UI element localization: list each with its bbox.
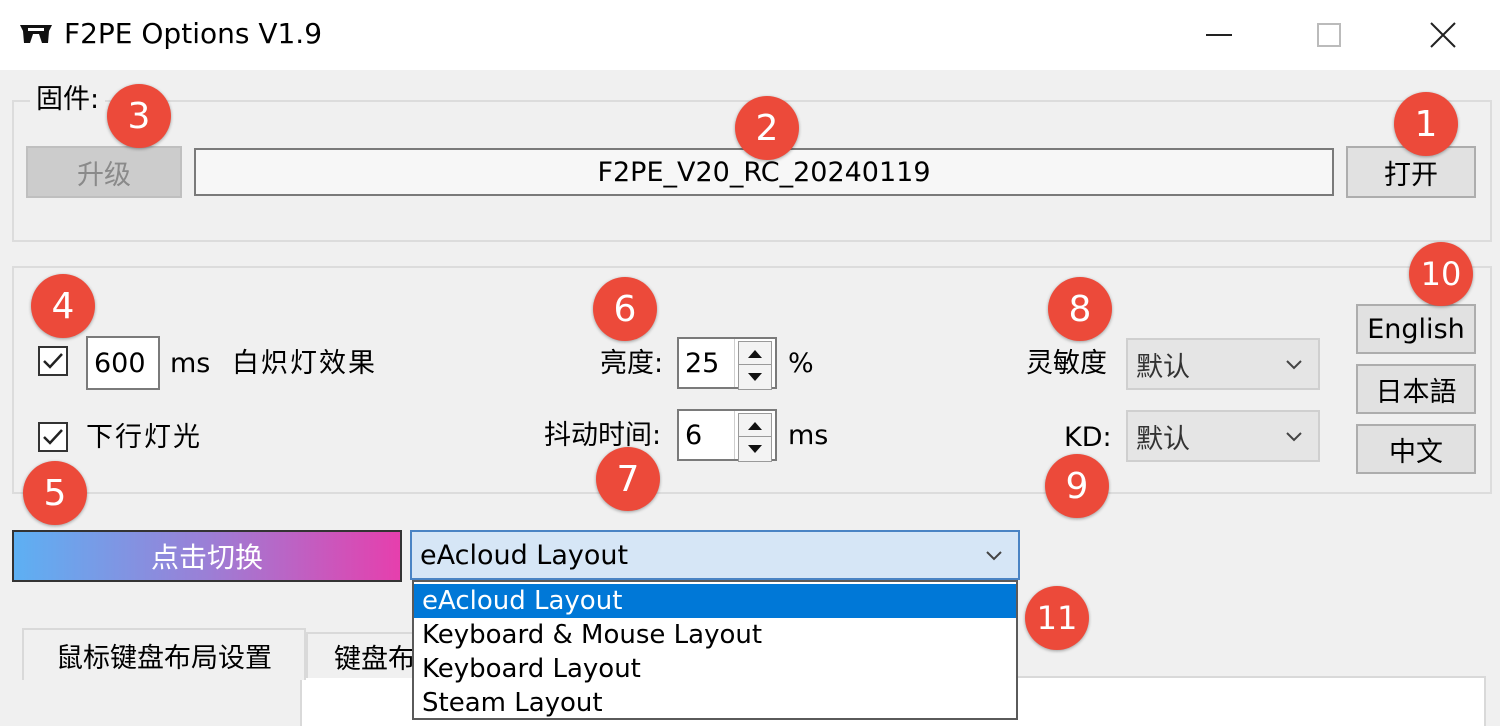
brightness-spinner[interactable]: 25 xyxy=(677,337,777,390)
incandescent-label: 白炽灯效果 xyxy=(232,348,377,379)
incandescent-ms-value: 600 xyxy=(94,347,146,379)
brightness-label: 亮度: xyxy=(600,348,664,379)
chevron-down-icon xyxy=(1286,432,1302,442)
arrow-up-icon xyxy=(748,422,762,430)
maximize-button[interactable] xyxy=(1274,0,1384,70)
annotation-badge-9: 9 xyxy=(1045,454,1109,518)
annotation-badge-4: 4 xyxy=(31,274,95,338)
firmware-filename: F2PE_V20_RC_20240119 xyxy=(597,156,931,188)
annotation-badge-11: 11 xyxy=(1025,586,1089,650)
incandescent-checkbox[interactable] xyxy=(38,346,68,376)
japanese-button[interactable]: 日本語 xyxy=(1356,364,1476,414)
open-button[interactable]: 打开 xyxy=(1346,146,1476,198)
kd-value: 默认 xyxy=(1136,423,1190,455)
annotation-badge-6: 6 xyxy=(593,277,657,341)
checkmark-icon xyxy=(43,353,63,369)
debounce-unit: ms xyxy=(788,420,829,451)
upgrade-button[interactable]: 升级 xyxy=(26,146,182,198)
debounce-value: 6 xyxy=(685,419,703,451)
layout-option-keyboard[interactable]: Keyboard Layout xyxy=(414,652,1016,686)
english-button[interactable]: English xyxy=(1356,304,1476,354)
annotation-badge-7: 7 xyxy=(596,447,660,511)
layout-option-keyboard-mouse[interactable]: Keyboard & Mouse Layout xyxy=(414,618,1016,652)
sensitivity-value: 默认 xyxy=(1136,351,1190,383)
minimize-button[interactable] xyxy=(1164,0,1274,70)
layout-select[interactable]: eAcloud Layout xyxy=(410,530,1020,580)
layout-option-eacloud[interactable]: eAcloud Layout xyxy=(414,584,1016,618)
arrow-up-icon xyxy=(748,350,762,358)
arrow-down-icon xyxy=(748,373,762,381)
annotation-badge-10: 10 xyxy=(1409,242,1473,306)
kd-label: KD: xyxy=(1064,422,1112,453)
minimize-icon xyxy=(1206,34,1232,36)
arrow-down-icon xyxy=(748,445,762,453)
brightness-value: 25 xyxy=(685,347,720,379)
incandescent-unit: ms xyxy=(170,348,211,379)
brightness-unit: % xyxy=(788,348,814,379)
debounce-down-button[interactable] xyxy=(738,436,772,462)
debounce-label: 抖动时间: xyxy=(544,420,662,451)
close-icon xyxy=(1430,22,1456,48)
title-bar: F2PE Options V1.9 xyxy=(0,0,1500,70)
sensitivity-label: 灵敏度 xyxy=(1026,348,1107,379)
layout-selected-value: eAcloud Layout xyxy=(420,539,629,571)
chevron-down-icon xyxy=(986,551,1002,561)
checkmark-icon xyxy=(43,429,63,445)
downlight-label: 下行灯光 xyxy=(86,422,202,453)
tab-mouse-keyboard-layout[interactable]: 鼠标键盘布局设置 xyxy=(22,628,306,680)
annotation-badge-8: 8 xyxy=(1048,277,1112,341)
firmware-label: 固件: xyxy=(30,82,106,118)
maximize-icon xyxy=(1317,23,1341,47)
incandescent-ms-input[interactable]: 600 xyxy=(86,336,160,390)
close-button[interactable] xyxy=(1388,0,1498,70)
annotation-badge-1: 1 xyxy=(1394,92,1458,156)
window-title: F2PE Options V1.9 xyxy=(64,17,323,50)
annotation-badge-2: 2 xyxy=(735,96,799,160)
brightness-down-button[interactable] xyxy=(738,364,772,390)
annotation-badge-3: 3 xyxy=(107,84,171,148)
annotation-badge-5: 5 xyxy=(23,461,87,525)
kd-select[interactable]: 默认 xyxy=(1126,410,1320,462)
switch-layout-button[interactable]: 点击切换 xyxy=(12,530,402,582)
debounce-spinner[interactable]: 6 xyxy=(677,409,777,462)
gamepad-icon xyxy=(20,25,52,43)
chinese-button[interactable]: 中文 xyxy=(1356,424,1476,474)
tab-keyboard-layout[interactable]: 键盘布 xyxy=(306,632,426,678)
chevron-down-icon xyxy=(1286,360,1302,370)
sensitivity-select[interactable]: 默认 xyxy=(1126,338,1320,390)
layout-option-steam[interactable]: Steam Layout xyxy=(414,686,1016,720)
layout-dropdown-list: eAcloud Layout Keyboard & Mouse Layout K… xyxy=(412,580,1018,720)
downlight-checkbox[interactable] xyxy=(38,422,68,452)
